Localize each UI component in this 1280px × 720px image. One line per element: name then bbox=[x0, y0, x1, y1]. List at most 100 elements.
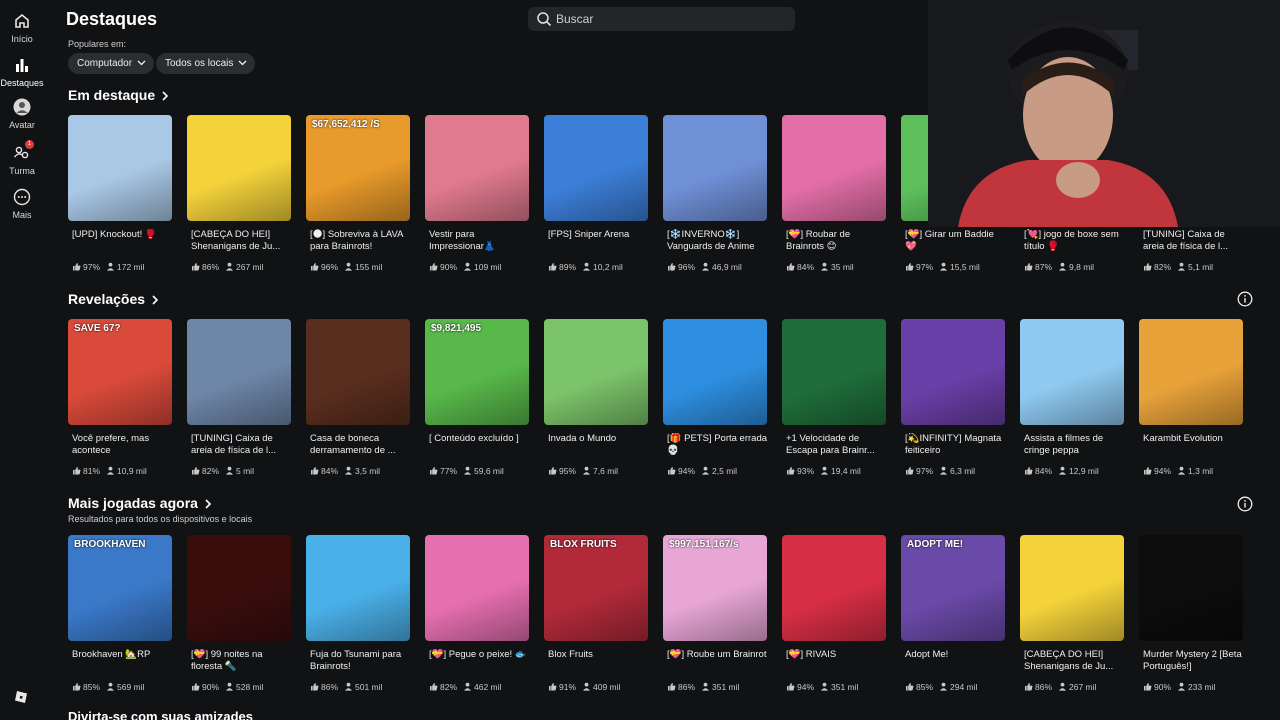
game-card[interactable]: [💝] 99 noites na floresta 🔦 90% 528 mil bbox=[187, 535, 292, 692]
nav-item-avatar[interactable]: Avatar bbox=[0, 98, 44, 130]
game-card[interactable]: Casa de boneca derramamento de ... 84% 3,5… bbox=[306, 319, 411, 476]
game-card[interactable]: [💝] RIVAIS 94% 351 mil bbox=[782, 535, 887, 692]
game-thumbnail[interactable]: BLOX FRUITS bbox=[544, 535, 648, 641]
game-title[interactable]: Vestir para Impressionar👗 bbox=[425, 229, 530, 253]
game-thumbnail[interactable] bbox=[1020, 535, 1124, 641]
device-filter-dropdown[interactable]: Computador bbox=[68, 53, 155, 74]
game-title[interactable]: Casa de boneca derramamento de ... bbox=[306, 433, 411, 457]
game-title[interactable]: [TUNING] Caixa de areia de física de l..… bbox=[187, 433, 292, 457]
game-title[interactable]: Fuja do Tsunami para Brainrots! bbox=[306, 649, 411, 673]
game-card[interactable]: [💫INFINITY] Magnata feiticeiro 97% 6,3 mil bbox=[901, 319, 1006, 476]
game-thumbnail[interactable]: BROOKHAVEN bbox=[68, 535, 172, 641]
game-card[interactable]: Vestir para Impressionar👗 90% 109 mil bbox=[425, 115, 530, 272]
game-card[interactable]: $67,652,412 /S [🌑] Sobreviva à LAVA para … bbox=[306, 115, 411, 272]
roblox-logo-icon[interactable] bbox=[14, 690, 28, 704]
game-card[interactable]: Invada o Mundo 95% 7,6 mil bbox=[544, 319, 649, 476]
game-thumbnail[interactable]: $997,151,167/s bbox=[663, 535, 767, 641]
game-title[interactable]: +1 Velocidade de Escapa para Brainr... bbox=[782, 433, 887, 457]
game-title[interactable]: Brookhaven 🏡RP bbox=[68, 649, 173, 673]
game-title[interactable]: [💝] RIVAIS bbox=[782, 649, 887, 673]
game-thumbnail[interactable]: $9,821,495 bbox=[425, 319, 529, 425]
game-thumbnail[interactable] bbox=[901, 319, 1005, 425]
game-card[interactable]: [CABEÇA DO HEI] Shenanigans de Ju... 86% 2… bbox=[1020, 535, 1125, 692]
game-title[interactable]: [ Conteúdo excluído ] bbox=[425, 433, 530, 457]
game-title[interactable]: [FPS] Sniper Arena bbox=[544, 229, 649, 253]
game-card[interactable]: ADOPT ME! Adopt Me! 85% 294 mil bbox=[901, 535, 1006, 692]
game-title[interactable]: [CABEÇA DO HEI] Shenanigans de Ju... bbox=[187, 229, 292, 253]
game-title[interactable]: [🌑] Sobreviva à LAVA para Brainrots! bbox=[306, 229, 411, 253]
game-card[interactable]: [UPD] Knockout! 🥊 97% 172 mil bbox=[68, 115, 173, 272]
game-card[interactable]: SAVE 67? Você prefere, mas acontece 81% 10,… bbox=[68, 319, 173, 476]
info-icon[interactable] bbox=[1237, 496, 1253, 512]
info-icon[interactable] bbox=[1237, 291, 1253, 307]
game-thumbnail[interactable] bbox=[782, 535, 886, 641]
game-card[interactable]: +1 Velocidade de Escapa para Brainr... 93… bbox=[782, 319, 887, 476]
game-card[interactable]: [🎁 PETS] Porta errada 💀 94% 2,5 mil bbox=[663, 319, 768, 476]
game-title[interactable]: [TUNING] Caixa de areia de física de l..… bbox=[1139, 229, 1244, 253]
game-thumbnail[interactable] bbox=[425, 115, 529, 221]
game-card[interactable]: [💝] Roubar de Brainrots 😊 84% 35 mil bbox=[782, 115, 887, 272]
game-thumbnail[interactable] bbox=[306, 319, 410, 425]
search-input[interactable] bbox=[556, 10, 786, 28]
game-card[interactable]: Fuja do Tsunami para Brainrots! 86% 501 mi… bbox=[306, 535, 411, 692]
game-card[interactable]: Assista a filmes de cringe peppa 84% 12,9 … bbox=[1020, 319, 1125, 476]
game-thumbnail[interactable] bbox=[782, 115, 886, 221]
game-title[interactable]: [UPD] Knockout! 🥊 bbox=[68, 229, 173, 253]
game-title[interactable]: [CABEÇA DO HEI] Shenanigans de Ju... bbox=[1020, 649, 1125, 673]
location-filter-dropdown[interactable]: Todos os locais bbox=[156, 53, 256, 74]
game-thumbnail[interactable] bbox=[1020, 319, 1124, 425]
game-title[interactable]: Murder Mystery 2 [Beta Português!] bbox=[1139, 649, 1244, 673]
game-title[interactable]: [💝] Roube um Brainrot bbox=[663, 649, 768, 673]
game-title[interactable]: Karambit Evolution bbox=[1139, 433, 1244, 457]
game-title[interactable]: Blox Fruits bbox=[544, 649, 649, 673]
section-title-friends[interactable]: Divirta-se com suas amizades bbox=[68, 709, 253, 720]
game-card[interactable]: $997,151,167/s [💝] Roube um Brainrot 86% 35… bbox=[663, 535, 768, 692]
game-title[interactable]: [💘] jogo de boxe sem título 🥊 bbox=[1020, 229, 1125, 253]
game-thumbnail[interactable] bbox=[544, 319, 648, 425]
game-card[interactable]: BROOKHAVEN Brookhaven 🏡RP 85% 569 mil bbox=[68, 535, 173, 692]
nav-item-friends[interactable]: 1 Turma bbox=[0, 140, 44, 176]
game-card[interactable]: Murder Mystery 2 [Beta Português!] 90% 233… bbox=[1139, 535, 1244, 692]
game-card[interactable]: [TUNING] Caixa de areia de física de l..… bbox=[187, 319, 292, 476]
game-thumbnail[interactable] bbox=[544, 115, 648, 221]
game-card[interactable]: [CABEÇA DO HEI] Shenanigans de Ju... 86% 2… bbox=[187, 115, 292, 272]
game-thumbnail[interactable] bbox=[187, 535, 291, 641]
game-thumbnail[interactable] bbox=[663, 115, 767, 221]
game-card[interactable]: BLOX FRUITS Blox Fruits 91% 409 mil bbox=[544, 535, 649, 692]
game-title[interactable]: Você prefere, mas acontece bbox=[68, 433, 173, 457]
game-thumbnail[interactable]: SAVE 67? bbox=[68, 319, 172, 425]
game-title[interactable]: Assista a filmes de cringe peppa bbox=[1020, 433, 1125, 457]
game-thumbnail[interactable] bbox=[663, 319, 767, 425]
game-title[interactable]: [💝] Roubar de Brainrots 😊 bbox=[782, 229, 887, 253]
game-thumbnail[interactable]: ADOPT ME! bbox=[901, 535, 1005, 641]
game-title[interactable]: [💝] 99 noites na floresta 🔦 bbox=[187, 649, 292, 673]
game-thumbnail[interactable] bbox=[68, 115, 172, 221]
section-title-most-played[interactable]: Mais jogadas agora bbox=[68, 495, 212, 511]
game-thumbnail[interactable] bbox=[1139, 535, 1243, 641]
game-thumbnail[interactable] bbox=[187, 115, 291, 221]
game-thumbnail[interactable] bbox=[782, 319, 886, 425]
game-card[interactable]: Karambit Evolution 94% 1,3 mil bbox=[1139, 319, 1244, 476]
game-card[interactable]: [FPS] Sniper Arena 89% 10,2 mil bbox=[544, 115, 649, 272]
game-title[interactable]: [💫INFINITY] Magnata feiticeiro bbox=[901, 433, 1006, 457]
nav-item-more[interactable]: Mais bbox=[0, 188, 44, 220]
section-title-revelations[interactable]: Revelações bbox=[68, 291, 159, 307]
game-thumbnail[interactable] bbox=[425, 535, 529, 641]
game-thumbnail[interactable] bbox=[187, 319, 291, 425]
game-title[interactable]: [💝] Girar um Baddie 💖 bbox=[901, 229, 1006, 253]
game-card[interactable]: $9,821,495 [ Conteúdo excluído ] 77% 59,6 m… bbox=[425, 319, 530, 476]
game-title[interactable]: [❄️INVERNO❄️] Vanguards de Anime bbox=[663, 229, 768, 253]
section-title-featured[interactable]: Em destaque bbox=[68, 87, 169, 103]
game-title[interactable]: [💝] Pegue o peixe! 🐟 bbox=[425, 649, 530, 673]
game-card[interactable]: [❄️INVERNO❄️] Vanguards de Anime 96% 46,9 … bbox=[663, 115, 768, 272]
game-title[interactable]: Invada o Mundo bbox=[544, 433, 649, 457]
game-title[interactable]: [🎁 PETS] Porta errada 💀 bbox=[663, 433, 768, 457]
game-card[interactable]: [💝] Pegue o peixe! 🐟 82% 462 mil bbox=[425, 535, 530, 692]
search-bar[interactable] bbox=[528, 7, 795, 31]
nav-item-charts[interactable]: Destaques bbox=[0, 56, 44, 88]
game-thumbnail[interactable] bbox=[1139, 319, 1243, 425]
nav-item-home[interactable]: Início bbox=[0, 12, 44, 44]
game-title[interactable]: Adopt Me! bbox=[901, 649, 1006, 673]
game-thumbnail[interactable]: $67,652,412 /S bbox=[306, 115, 410, 221]
game-thumbnail[interactable] bbox=[306, 535, 410, 641]
